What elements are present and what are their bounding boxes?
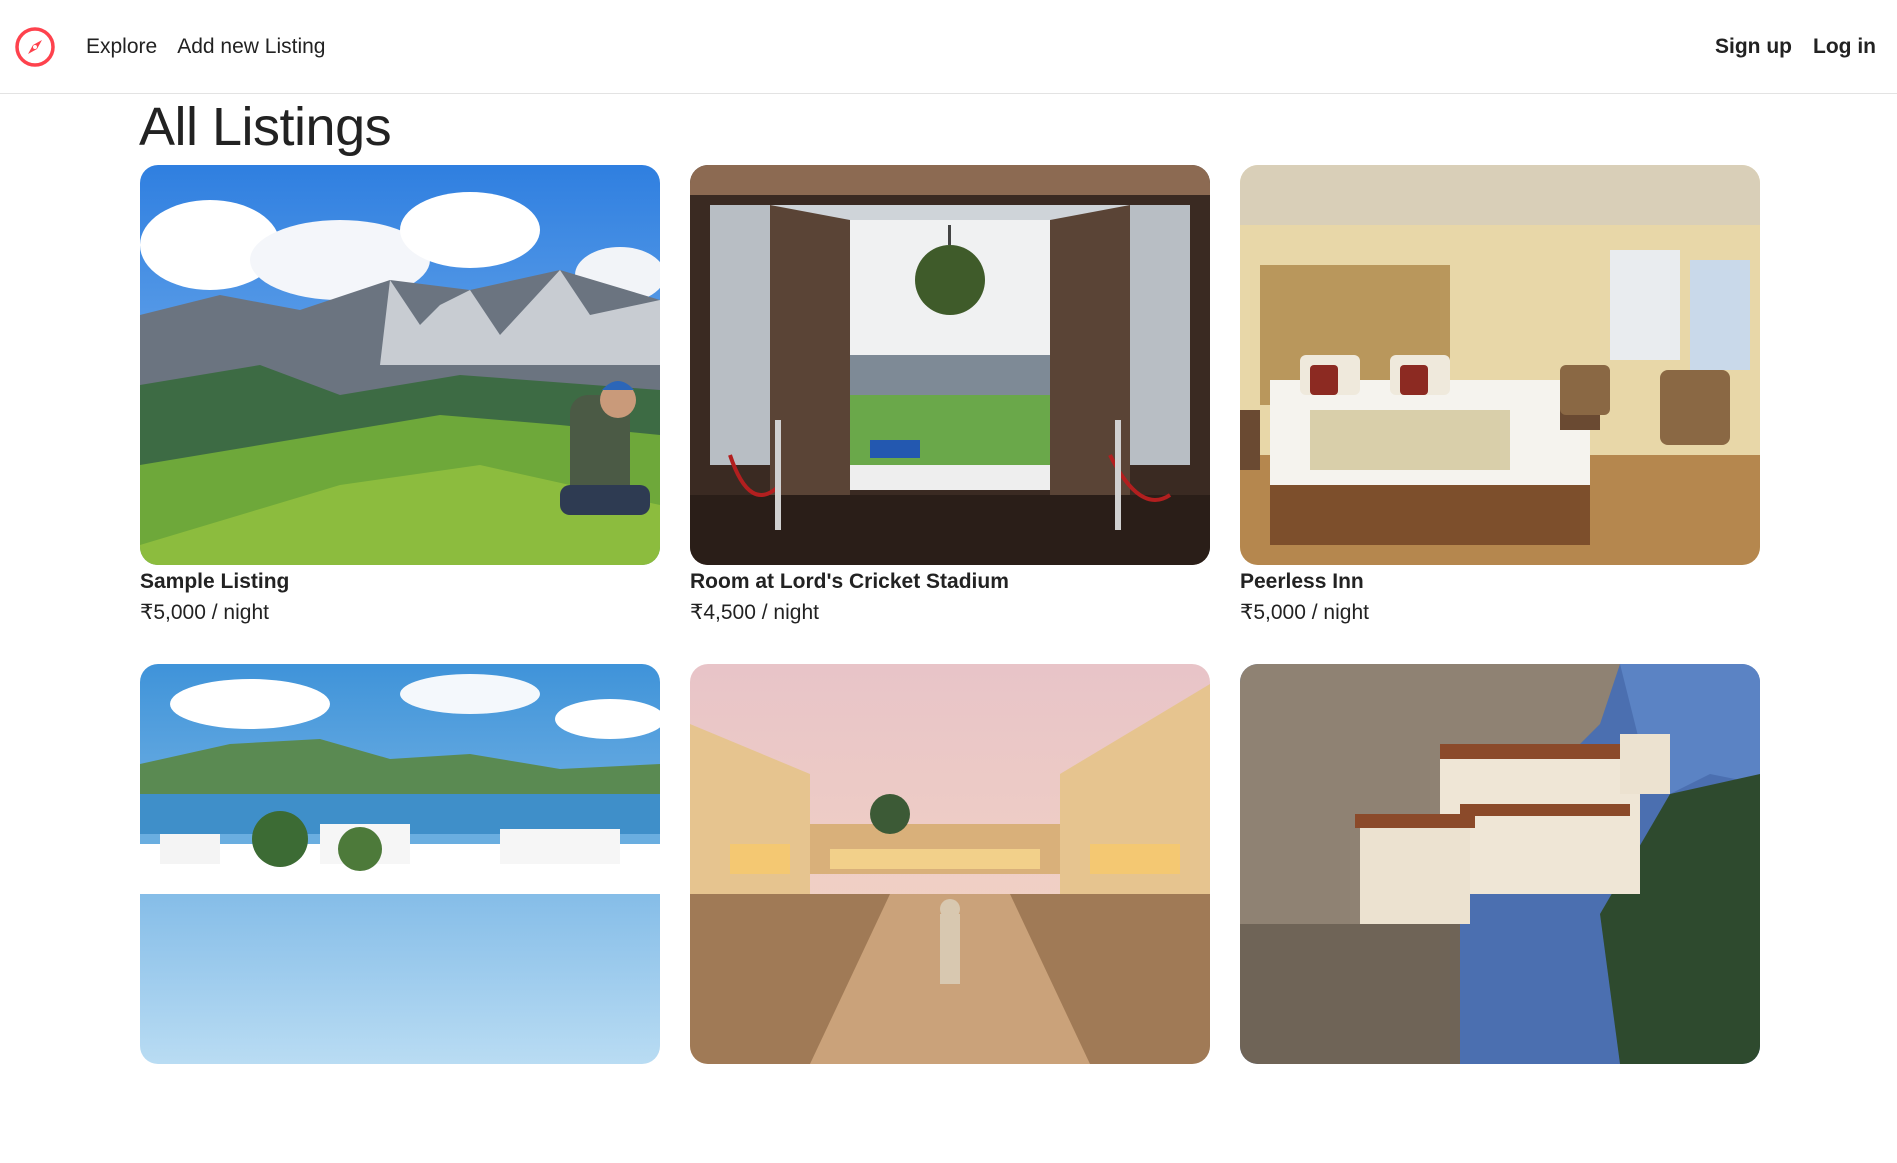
listing-card[interactable]: Room at Lord's Cricket Stadium ₹4,500 / … — [690, 165, 1210, 664]
listings-grid: Sample Listing ₹5,000 / night Room at Lo… — [140, 165, 1760, 1163]
listing-card[interactable] — [690, 664, 1210, 1163]
listing-image[interactable] — [1240, 664, 1760, 1064]
nav-links: Explore Add new Listing — [86, 35, 325, 59]
cliff-monastery-photo — [1240, 664, 1760, 1064]
page-title: All Listings — [139, 97, 392, 157]
listing-card[interactable] — [140, 664, 660, 1163]
compass-icon[interactable] — [14, 26, 56, 68]
nav-explore-link[interactable]: Explore — [86, 35, 157, 59]
listing-title: Sample Listing — [140, 570, 290, 593]
nav-add-listing-link[interactable]: Add new Listing — [177, 35, 325, 59]
listing-price: ₹5,000 / night — [1240, 601, 1369, 624]
listing-image[interactable] — [140, 165, 660, 565]
listing-card[interactable] — [1240, 664, 1760, 1163]
listing-card[interactable]: Peerless Inn ₹5,000 / night — [1240, 165, 1760, 664]
login-link[interactable]: Log in — [1813, 35, 1876, 59]
palace-courtyard-photo — [690, 664, 1210, 1064]
cricket-stadium-view-photo — [690, 165, 1210, 565]
listing-price: ₹5,000 / night — [140, 601, 269, 624]
hotel-bedroom-photo — [1240, 165, 1760, 565]
nav-auth-links: Sign up Log in — [1715, 35, 1876, 59]
listing-image[interactable] — [1240, 165, 1760, 565]
listing-image[interactable] — [140, 664, 660, 1064]
listing-card[interactable]: Sample Listing ₹5,000 / night — [140, 165, 660, 664]
listing-title: Peerless Inn — [1240, 570, 1364, 593]
lake-palace-photo — [140, 664, 660, 1064]
navbar: Explore Add new Listing Sign up Log in — [0, 0, 1897, 94]
listing-image[interactable] — [690, 664, 1210, 1064]
listing-image[interactable] — [690, 165, 1210, 565]
listing-price: ₹4,500 / night — [690, 601, 819, 624]
signup-link[interactable]: Sign up — [1715, 35, 1792, 59]
listing-title: Room at Lord's Cricket Stadium — [690, 570, 1009, 593]
mountain-meadow-photo — [140, 165, 660, 565]
